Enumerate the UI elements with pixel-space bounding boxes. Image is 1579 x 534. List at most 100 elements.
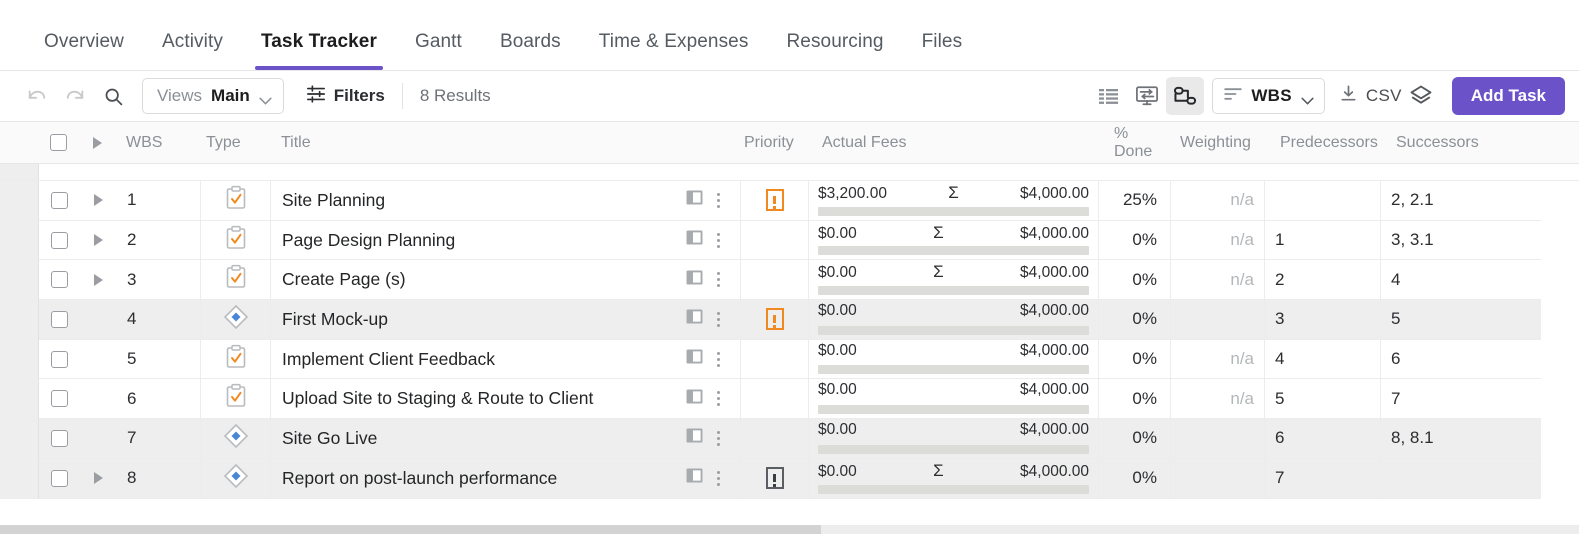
tab-overview[interactable]: Overview [44,31,124,70]
cell-title: Implement Client Feedback [271,339,741,380]
cell-wbs: 5 [117,339,201,380]
table-row[interactable]: 4 First Mock-up $0.00 $4,000.00 0% 3 5 [0,300,1579,340]
row-select-checkbox[interactable] [50,429,68,447]
tab-activity[interactable]: Activity [162,31,223,70]
tab-resourcing[interactable]: Resourcing [786,31,883,70]
search-icon[interactable] [94,77,132,115]
export-csv-button[interactable]: CSV [1339,84,1402,108]
expand-caret-icon[interactable] [93,234,103,247]
layers-icon[interactable] [1402,77,1440,115]
row-menu-icon[interactable] [713,191,724,210]
task-title[interactable]: Upload Site to Staging & Route to Client [282,388,685,409]
priority-flag-icon[interactable] [765,189,784,212]
table-row[interactable]: 3 Create Page (s) $0.00 Σ $4,000.00 0% n/a 2 4 [0,260,1579,301]
row-select-checkbox-cell[interactable] [39,181,79,221]
dependencies-icon[interactable] [1166,77,1205,115]
column-header-weighting[interactable]: Weighting [1176,122,1270,163]
column-header-wbs[interactable]: WBS [116,122,200,163]
open-detail-icon[interactable] [685,307,704,331]
column-header-predecessors[interactable]: Predecessors [1270,122,1386,163]
undo-icon[interactable] [18,77,56,115]
task-title[interactable]: Create Page (s) [282,269,685,290]
table-row[interactable]: 2 Page Design Planning $0.00 Σ $4,000.00 0% n/… [0,220,1579,261]
select-all-checkbox-cell[interactable] [38,122,78,163]
row-select-checkbox-cell[interactable] [39,458,79,499]
row-select-checkbox[interactable] [50,310,68,328]
table-row[interactable]: 7 Site Go Live $0.00 $4,000.00 0% 6 8, 8.1 [0,419,1579,459]
open-detail-icon[interactable] [685,347,704,371]
horizontal-scrollbar[interactable] [0,525,1579,534]
priority-flag-icon[interactable] [765,308,784,331]
tab-time-expenses[interactable]: Time & Expenses [599,31,749,70]
row-select-checkbox-cell[interactable] [39,300,79,340]
row-menu-icon[interactable] [713,389,724,408]
row-expand-toggle[interactable] [79,260,117,301]
row-expand-toggle[interactable] [79,458,117,499]
task-title[interactable]: Report on post-launch performance [282,468,685,489]
task-title[interactable]: Site Go Live [282,428,685,449]
add-task-button[interactable]: Add Task [1451,77,1565,115]
sort-selector[interactable]: WBS [1212,78,1325,114]
column-header-actual-fees[interactable]: Actual Fees [814,122,1104,163]
open-detail-icon[interactable] [685,228,704,252]
task-title[interactable]: First Mock-up [282,309,685,330]
row-menu-icon[interactable] [713,429,724,448]
row-menu-icon[interactable] [713,231,724,250]
row-select-checkbox[interactable] [50,350,68,368]
column-header-title[interactable]: Title [270,122,740,163]
views-selector[interactable]: Views Main [142,78,284,114]
row-select-checkbox-cell[interactable] [39,379,79,420]
row-expand-toggle [79,379,117,420]
table-row[interactable]: 1 Site Planning $3,200.00 Σ $4,000.00 25% n/a 2… [0,181,1579,221]
cell-actual-fees: $0.00 $4,000.00 [809,339,1099,380]
expand-all-toggle[interactable] [78,122,116,163]
row-select-checkbox-cell[interactable] [39,221,79,261]
row-expand-toggle[interactable] [79,181,117,221]
columns-icon[interactable] [1090,77,1128,115]
expand-caret-icon[interactable] [93,273,103,286]
open-detail-icon[interactable] [685,268,704,292]
tab-files[interactable]: Files [922,31,963,70]
table-row[interactable]: 5 Implement Client Feedback $0.00 $4,000.00… [0,339,1579,380]
task-title[interactable]: Site Planning [282,190,685,211]
row-expand-toggle[interactable] [79,221,117,261]
column-header-successors[interactable]: Successors [1386,122,1546,163]
redo-icon[interactable] [56,77,94,115]
expand-all-caret-icon[interactable] [92,136,102,149]
row-menu-icon[interactable] [713,270,724,289]
tab-task-tracker[interactable]: Task Tracker [254,31,383,70]
open-detail-icon[interactable] [685,466,704,490]
open-detail-icon[interactable] [685,188,704,212]
open-detail-icon[interactable] [685,426,704,450]
row-select-checkbox[interactable] [50,191,68,209]
tab-boards[interactable]: Boards [500,31,561,70]
row-select-checkbox[interactable] [50,469,68,487]
task-title[interactable]: Page Design Planning [282,230,685,251]
open-detail-icon[interactable] [685,387,704,411]
column-header-type[interactable]: Type [200,122,270,163]
column-header-percent-done[interactable]: % Done [1104,122,1176,163]
expand-caret-icon[interactable] [93,472,103,485]
tab-gantt[interactable]: Gantt [415,31,462,70]
row-select-checkbox[interactable] [50,271,68,289]
priority-flag-icon[interactable] [765,467,784,490]
task-title[interactable]: Implement Client Feedback [282,349,685,370]
row-select-checkbox-cell[interactable] [39,340,79,380]
scrollbar-thumb[interactable] [0,525,822,534]
row-select-checkbox-cell[interactable] [39,419,79,459]
row-select-checkbox[interactable] [50,390,68,408]
row-select-checkbox[interactable] [50,231,68,249]
table-row[interactable]: 8 Report on post-launch performance $0.00 Σ… [0,458,1579,499]
row-menu-icon[interactable] [713,469,724,488]
row-menu-icon[interactable] [713,350,724,369]
cell-priority [741,260,809,301]
filters-button[interactable]: Filters [306,84,385,109]
column-header-priority[interactable]: Priority [740,122,814,163]
display-settings-icon[interactable] [1128,77,1166,115]
table-row[interactable]: 6 Upload Site to Staging & Route to Clien… [0,379,1579,420]
row-select-checkbox-cell[interactable] [39,260,79,301]
cell-wbs: 7 [117,419,201,459]
select-all-checkbox[interactable] [49,134,67,151]
expand-caret-icon[interactable] [93,194,103,207]
row-menu-icon[interactable] [713,310,724,329]
